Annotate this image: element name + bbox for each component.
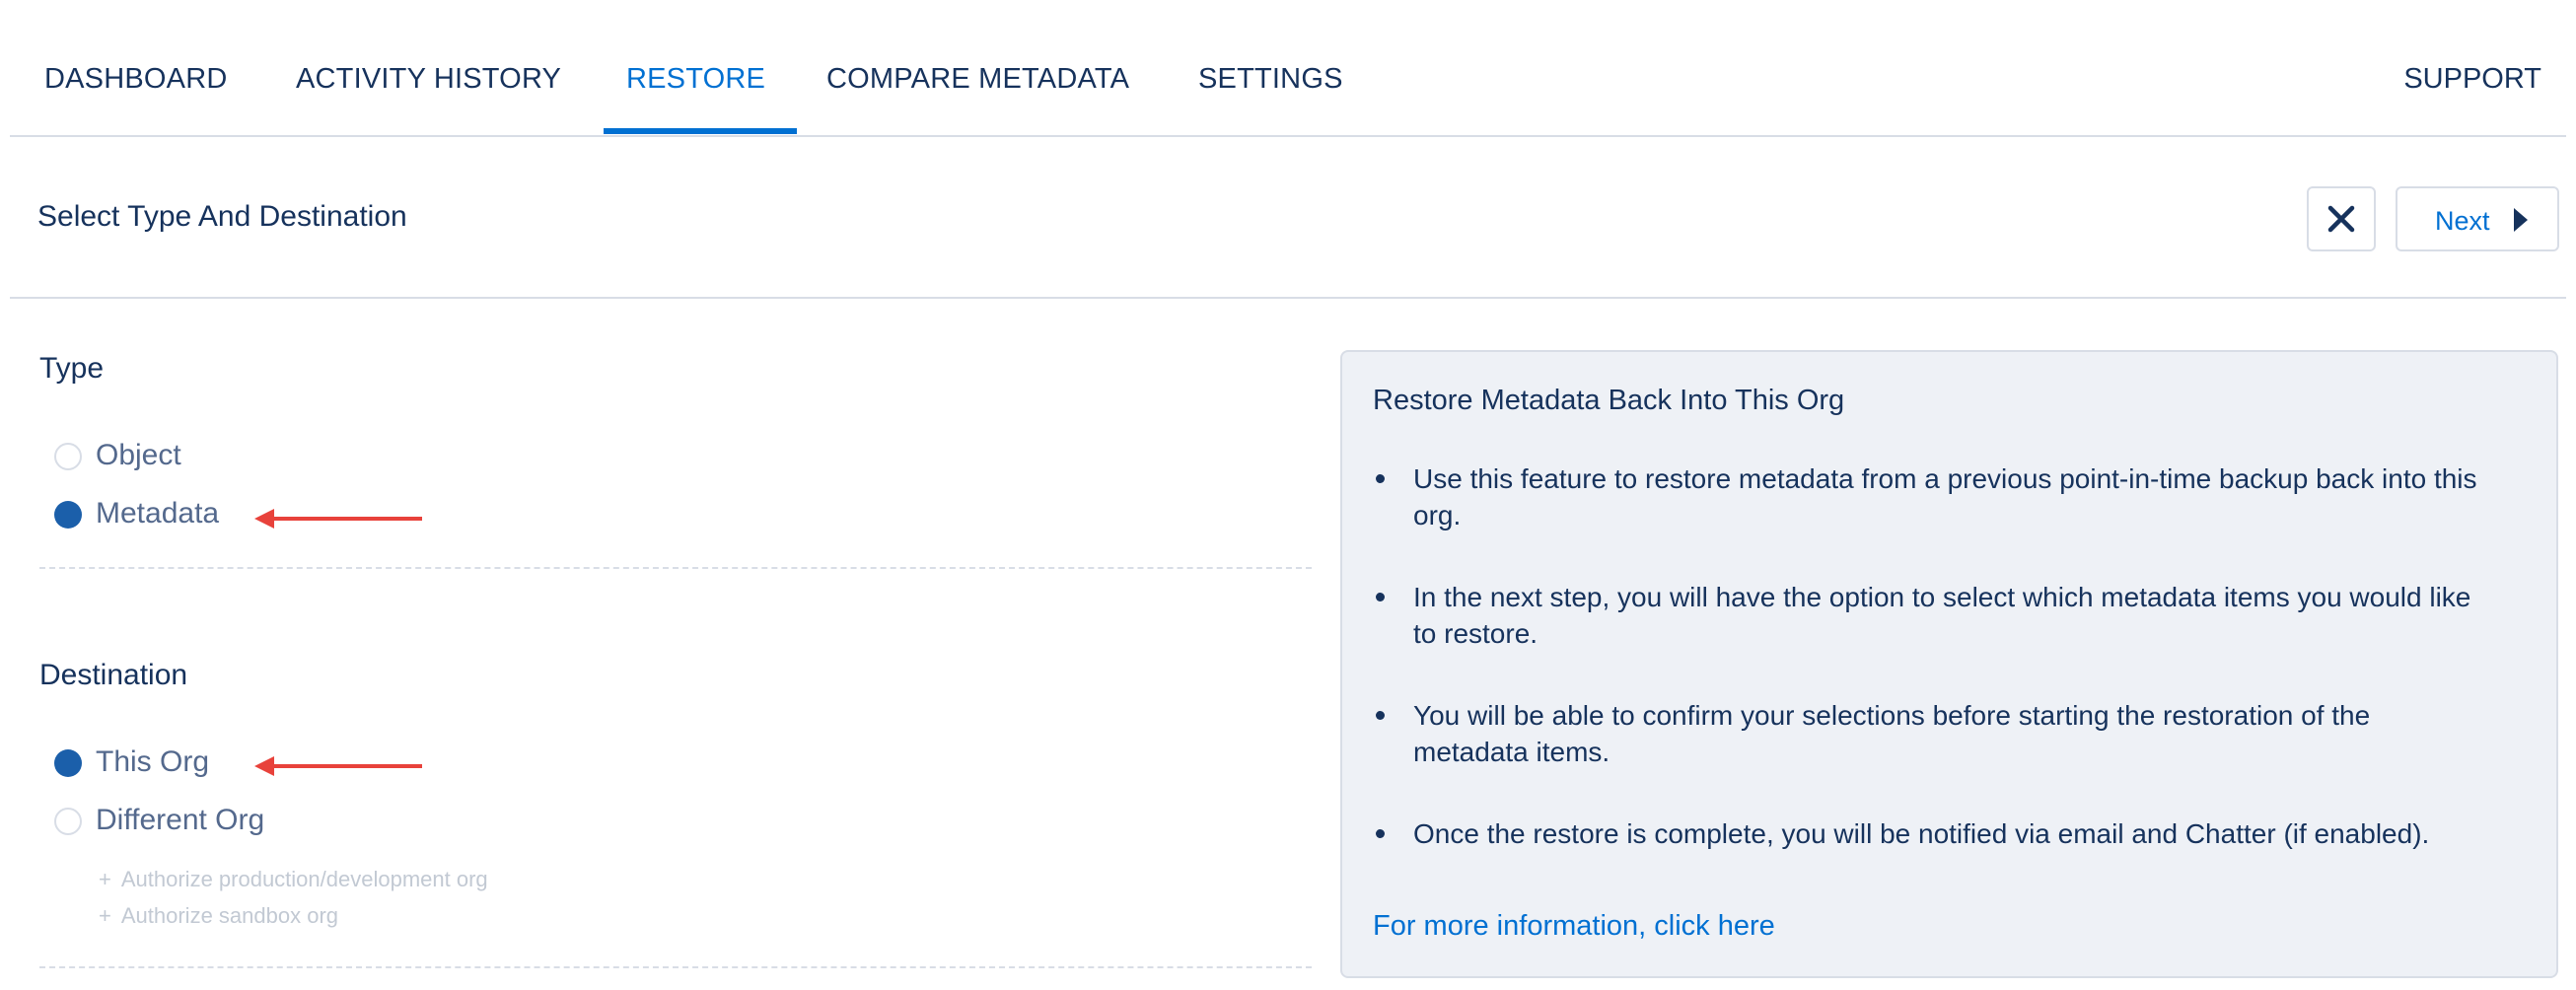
close-icon bbox=[2327, 205, 2355, 233]
annotation-arrow-icon bbox=[254, 509, 422, 529]
plus-icon: + bbox=[99, 903, 111, 928]
info-panel: Restore Metadata Back Into This Org Use … bbox=[1340, 350, 2558, 978]
authorize-production-link[interactable]: + Authorize production/development org bbox=[99, 867, 488, 892]
tab-restore[interactable]: RESTORE bbox=[626, 63, 765, 96]
list-item: You will be able to confirm your selecti… bbox=[1376, 697, 2488, 770]
section-divider bbox=[39, 966, 1312, 968]
bullet-icon bbox=[1376, 711, 1385, 720]
radio-object-label: Object bbox=[96, 439, 181, 471]
info-bullet-list: Use this feature to restore metadata fro… bbox=[1376, 460, 2488, 897]
info-panel-title: Restore Metadata Back Into This Org bbox=[1373, 385, 1845, 416]
bullet-icon bbox=[1376, 474, 1385, 483]
caret-right-icon bbox=[2514, 208, 2528, 232]
authorize-production-label: Authorize production/development org bbox=[120, 867, 488, 891]
bullet-text: Use this feature to restore metadata fro… bbox=[1413, 463, 2477, 530]
radio-selected-icon[interactable] bbox=[54, 749, 82, 777]
radio-metadata-label: Metadata bbox=[96, 497, 220, 530]
tab-activity-history[interactable]: ACTIVITY HISTORY bbox=[296, 63, 561, 96]
destination-section-title: Destination bbox=[39, 659, 188, 691]
bullet-text: Once the restore is complete, you will b… bbox=[1413, 818, 2430, 849]
bullet-text: You will be able to confirm your selecti… bbox=[1413, 700, 2371, 767]
list-item: Once the restore is complete, you will b… bbox=[1376, 815, 2488, 852]
next-button-label: Next bbox=[2435, 206, 2490, 236]
list-item: In the next step, you will have the opti… bbox=[1376, 579, 2488, 652]
tab-settings[interactable]: SETTINGS bbox=[1198, 63, 1343, 96]
radio-unselected-icon[interactable] bbox=[54, 443, 82, 470]
list-item: Use this feature to restore metadata fro… bbox=[1376, 460, 2488, 533]
annotation-arrow-icon bbox=[254, 756, 422, 776]
type-section-title: Type bbox=[39, 352, 105, 385]
page-header: Select Type And Destination Next bbox=[10, 137, 2566, 299]
next-button[interactable]: Next bbox=[2396, 186, 2559, 251]
support-link[interactable]: SUPPORT bbox=[2403, 63, 2541, 96]
bullet-text: In the next step, you will have the opti… bbox=[1413, 582, 2471, 649]
authorize-sandbox-link[interactable]: + Authorize sandbox org bbox=[99, 903, 338, 929]
radio-selected-icon[interactable] bbox=[54, 501, 82, 529]
bullet-icon bbox=[1376, 829, 1385, 838]
radio-unselected-icon[interactable] bbox=[54, 808, 82, 835]
tab-compare-metadata[interactable]: COMPARE METADATA bbox=[826, 63, 1129, 96]
radio-different-org-label: Different Org bbox=[96, 804, 265, 836]
section-divider bbox=[39, 567, 1312, 569]
more-info-link[interactable]: For more information, click here bbox=[1373, 910, 1775, 943]
tab-dashboard[interactable]: DASHBOARD bbox=[44, 63, 228, 96]
page-title: Select Type And Destination bbox=[37, 200, 407, 233]
authorize-sandbox-label: Authorize sandbox org bbox=[120, 903, 338, 928]
close-button[interactable] bbox=[2307, 186, 2376, 251]
plus-icon: + bbox=[99, 867, 111, 891]
bullet-icon bbox=[1376, 593, 1385, 601]
active-tab-indicator bbox=[604, 128, 797, 134]
radio-this-org-label: This Org bbox=[96, 745, 210, 778]
top-navigation: DASHBOARD ACTIVITY HISTORY RESTORE COMPA… bbox=[10, 0, 2566, 137]
